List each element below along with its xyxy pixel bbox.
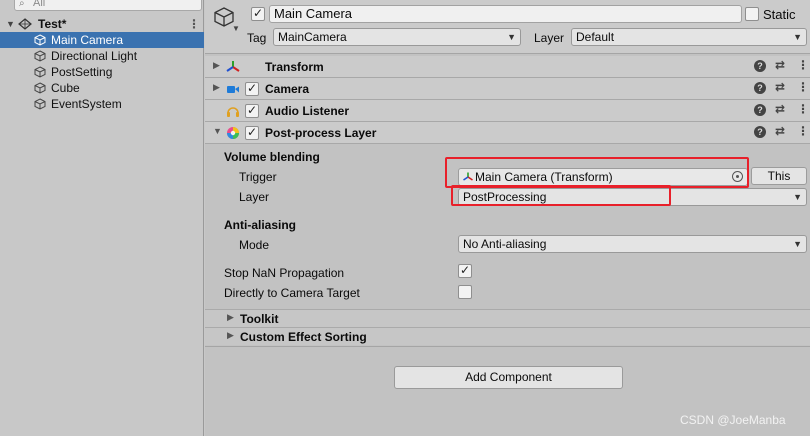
kebab-menu-icon[interactable]: ⋮ <box>797 102 809 116</box>
scene-name: Test* <box>38 17 67 31</box>
gameobject-cube-icon <box>34 98 46 110</box>
hierarchy-panel: ⌕ All ▼ Test* ⋮ Main Camera Directional … <box>0 0 204 436</box>
unity-scene-icon <box>18 18 32 30</box>
anti-aliasing-header: Anti-aliasing <box>224 218 297 232</box>
gameobject-cube-icon <box>34 50 46 62</box>
headphones-icon <box>227 107 239 117</box>
checkmark-icon: ✓ <box>247 125 258 139</box>
component-title: Camera <box>265 82 310 96</box>
help-icon[interactable]: ? <box>754 126 766 138</box>
help-icon[interactable]: ? <box>754 104 766 116</box>
checkmark-icon: ✓ <box>247 81 258 95</box>
expand-arrow-icon[interactable]: ▼ <box>6 16 15 32</box>
layer-value: Default <box>576 30 615 44</box>
scene-menu-icon[interactable]: ⋮ <box>188 16 200 32</box>
gameobject-cube-icon <box>34 34 46 46</box>
highlight-box-layer <box>451 185 671 206</box>
collapse-arrow-icon[interactable]: ▼ <box>213 126 222 136</box>
scene-row[interactable]: ▼ Test* ⋮ <box>0 16 204 32</box>
volume-blending-header: Volume blending <box>224 150 320 164</box>
direct-camera-target-label: Directly to Camera Target <box>224 286 360 300</box>
direct-camera-target-checkbox[interactable] <box>458 285 472 299</box>
kebab-menu-icon[interactable]: ⋮ <box>797 124 809 138</box>
postprocess-icon <box>227 127 239 139</box>
gameobject-cube-icon <box>34 66 46 78</box>
layer-dropdown[interactable]: Default ▼ <box>571 28 807 46</box>
chevron-down-icon: ▼ <box>793 192 802 202</box>
toolkit-label: Toolkit <box>240 312 279 326</box>
preset-icon[interactable]: ⇄ <box>775 102 785 116</box>
transform-icon <box>226 61 240 72</box>
component-transform[interactable]: ▶ Transform ? ⇄ ⋮ <box>205 56 810 78</box>
expand-arrow-icon[interactable]: ▶ <box>213 82 220 93</box>
help-icon[interactable]: ? <box>754 82 766 94</box>
preset-icon[interactable]: ⇄ <box>775 124 785 138</box>
hierarchy-item-label: Directional Light <box>51 49 138 63</box>
icon-dropdown-arrow-icon[interactable]: ▼ <box>232 24 240 33</box>
custom-effect-sorting-foldout[interactable]: ▶ Custom Effect Sorting <box>205 327 810 345</box>
hierarchy-item-label: PostSetting <box>51 65 113 79</box>
expand-arrow-icon[interactable]: ▶ <box>227 312 234 323</box>
preset-icon[interactable]: ⇄ <box>775 80 785 94</box>
expand-arrow-icon[interactable]: ▶ <box>227 330 234 341</box>
custom-sorting-label: Custom Effect Sorting <box>240 330 367 344</box>
component-title: Post-process Layer <box>265 126 377 140</box>
checkmark-icon: ✓ <box>247 103 258 117</box>
hierarchy-item-directional-light[interactable]: Directional Light <box>0 48 204 64</box>
search-placeholder: All <box>33 0 46 9</box>
component-camera[interactable]: ▶ ✓ Camera ? ⇄ ⋮ <box>205 78 810 100</box>
kebab-menu-icon[interactable]: ⋮ <box>797 80 809 94</box>
pp-layer-label: Layer <box>239 190 270 204</box>
hierarchy-search-input[interactable]: ⌕ All <box>14 0 202 11</box>
this-button[interactable]: This <box>751 167 807 185</box>
chevron-down-icon: ▼ <box>793 239 802 249</box>
checkmark-icon: ✓ <box>460 263 471 277</box>
tag-dropdown[interactable]: MainCamera ▼ <box>273 28 521 46</box>
camera-icon <box>227 86 239 93</box>
component-title: Transform <box>265 60 324 74</box>
mode-label: Mode <box>239 238 270 252</box>
search-icon: ⌕ <box>19 0 25 9</box>
hierarchy-item-cube[interactable]: Cube <box>0 80 204 96</box>
post-process-enabled-checkbox[interactable]: ✓ <box>245 125 259 140</box>
component-audio-listener[interactable]: ✓ Audio Listener ? ⇄ ⋮ <box>205 100 810 122</box>
preset-icon[interactable]: ⇄ <box>775 58 785 72</box>
highlight-box-trigger <box>445 157 749 188</box>
gameobject-header: ▼ ✓ Main Camera Static Tag MainCamera ▼ … <box>205 0 810 54</box>
static-checkbox[interactable] <box>745 7 759 21</box>
static-label: Static <box>763 7 796 22</box>
anti-aliasing-mode-dropdown[interactable]: No Anti-aliasing ▼ <box>458 235 807 253</box>
hierarchy-item-label: Cube <box>51 81 80 95</box>
help-icon[interactable]: ? <box>754 60 766 72</box>
hierarchy-item-eventsystem[interactable]: EventSystem <box>0 96 204 112</box>
kebab-menu-icon[interactable]: ⋮ <box>797 58 809 72</box>
toolkit-foldout[interactable]: ▶ Toolkit <box>205 309 810 327</box>
hierarchy-item-postsetting[interactable]: PostSetting <box>0 64 204 80</box>
hierarchy-item-label: EventSystem <box>51 97 122 111</box>
hierarchy-item-label: Main Camera <box>51 33 124 47</box>
add-component-button[interactable]: Add Component <box>394 366 623 389</box>
hierarchy-item-main-camera[interactable]: Main Camera <box>0 32 204 48</box>
checkmark-icon: ✓ <box>253 6 264 20</box>
tag-label: Tag <box>247 31 267 45</box>
layer-label: Layer <box>534 31 565 45</box>
trigger-label: Trigger <box>239 170 277 184</box>
camera-enabled-checkbox[interactable]: ✓ <box>245 81 259 96</box>
divider <box>205 346 810 347</box>
inspector-panel: ▼ ✓ Main Camera Static Tag MainCamera ▼ … <box>205 0 810 436</box>
mode-value: No Anti-aliasing <box>463 237 547 251</box>
gameobject-cube-icon <box>34 82 46 94</box>
watermark: CSDN @JoeManba <box>680 413 786 427</box>
object-name-input[interactable]: Main Camera <box>269 5 742 23</box>
audio-listener-enabled-checkbox[interactable]: ✓ <box>245 103 259 118</box>
stop-nan-checkbox[interactable]: ✓ <box>458 263 472 278</box>
active-checkbox[interactable]: ✓ <box>251 6 265 21</box>
component-title: Audio Listener <box>265 104 350 118</box>
chevron-down-icon: ▼ <box>507 32 516 42</box>
component-post-process-layer[interactable]: ▼ ✓ Post-process Layer ? ⇄ ⋮ <box>205 122 810 144</box>
expand-arrow-icon[interactable]: ▶ <box>213 60 220 71</box>
stop-nan-label: Stop NaN Propagation <box>224 266 345 280</box>
chevron-down-icon: ▼ <box>793 32 802 42</box>
tag-value: MainCamera <box>278 30 347 44</box>
